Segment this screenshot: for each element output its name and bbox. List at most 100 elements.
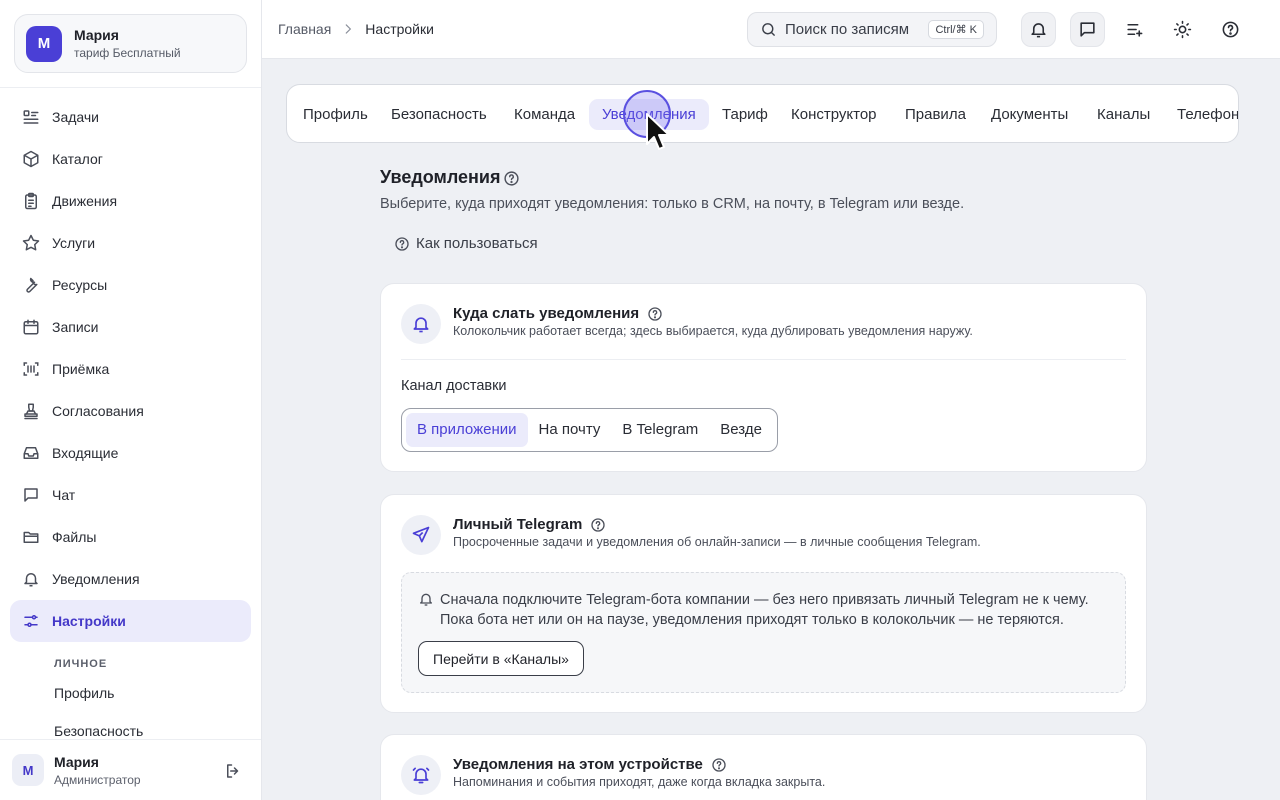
breadcrumb-home[interactable]: Главная (278, 21, 331, 37)
folder-icon (22, 528, 40, 546)
go-to-channels-button[interactable]: Перейти в «Каналы» (418, 641, 584, 676)
tab-security[interactable]: Безопасность (378, 99, 500, 130)
card-title-text: Уведомления на этом устройстве (453, 756, 703, 773)
breadcrumb-current: Настройки (365, 21, 434, 37)
delivery-option-email[interactable]: На почту (528, 413, 612, 447)
help-icon[interactable] (590, 517, 606, 533)
tasks-list-icon (22, 108, 40, 126)
star-icon (22, 234, 40, 252)
delivery-option-everywhere[interactable]: Везде (709, 413, 773, 447)
chat-button[interactable] (1070, 12, 1105, 47)
sidebar-item-approvals[interactable]: Согласования (10, 390, 251, 432)
card-title-text: Личный Telegram (453, 516, 583, 533)
sidebar-item-files[interactable]: Файлы (10, 516, 251, 558)
sidebar-item-chat[interactable]: Чат (10, 474, 251, 516)
device-notifications-card: Уведомления на этом устройстве Напоминан… (380, 734, 1147, 800)
sidebar-item-label: Приёмка (52, 361, 110, 377)
sidebar-item-label: Чат (52, 487, 76, 503)
tab-rules[interactable]: Правила (892, 99, 979, 130)
bell-ring-icon (401, 755, 441, 795)
sidebar-subitem-security[interactable]: Безопасность (54, 723, 143, 739)
inbox-icon (22, 444, 40, 462)
delivery-channel-selector: В приложении На почту В Telegram Везде (401, 408, 778, 452)
sidebar-item-label: Согласования (52, 403, 144, 419)
card-description: Просроченные задачи и уведомления об онл… (453, 535, 981, 549)
sidebar-item-label: Уведомления (52, 571, 140, 587)
sidebar-item-notifications[interactable]: Уведомления (10, 558, 251, 600)
send-icon (401, 515, 441, 555)
card-title: Личный Telegram (453, 516, 606, 533)
add-task-button[interactable] (1117, 12, 1152, 47)
delivery-option-in-app[interactable]: В приложении (406, 413, 528, 447)
sidebar-subitem-profile[interactable]: Профиль (54, 685, 114, 701)
help-icon[interactable] (711, 757, 727, 773)
telegram-notice: Сначала подключите Telegram-бота компани… (401, 572, 1126, 693)
sidebar-item-label: Записи (52, 319, 99, 335)
card-description: Напоминания и события приходят, даже ког… (453, 775, 826, 789)
sidebar-item-movements[interactable]: Движения (10, 180, 251, 222)
search-placeholder: Поиск по записям (785, 21, 910, 38)
user-name: Мария (54, 753, 99, 770)
howto-link[interactable]: Как пользоваться (394, 235, 538, 252)
account-switcher[interactable]: М Мария тариф Бесплатный (14, 14, 247, 73)
sidebar-item-label: Движения (52, 193, 118, 209)
notice-text: Сначала подключите Telegram-бота компани… (440, 590, 1130, 630)
card-title: Куда слать уведомления (453, 305, 663, 322)
sidebar-item-catalog[interactable]: Каталог (10, 138, 251, 180)
tab-team[interactable]: Команда (501, 99, 588, 130)
sidebar-item-tasks[interactable]: Задачи (10, 96, 251, 138)
delivery-card: Куда слать уведомления Колокольчик работ… (380, 283, 1147, 472)
topbar: Главная Настройки Поиск по записям Ctrl/… (262, 0, 1280, 59)
chevron-right-icon (341, 22, 355, 36)
sidebar-divider (0, 87, 261, 88)
sidebar-item-services[interactable]: Услуги (10, 222, 251, 264)
tab-channels[interactable]: Каналы (1084, 99, 1163, 130)
sidebar-item-resources[interactable]: Ресурсы (10, 264, 251, 306)
settings-tabs: Профиль Безопасность Команда Уведомления… (286, 84, 1239, 143)
sidebar-item-label: Ресурсы (52, 277, 108, 293)
sliders-icon (22, 612, 40, 630)
calendar-icon (22, 318, 40, 336)
search-icon (760, 21, 777, 38)
notifications-button[interactable] (1021, 12, 1056, 47)
tab-plan[interactable]: Тариф (709, 99, 781, 130)
howto-label: Как пользоваться (416, 235, 538, 252)
logout-icon[interactable] (224, 762, 242, 780)
tab-constructor[interactable]: Конструктор (778, 99, 890, 130)
page-subtitle: Выберите, куда приходят уведомления: тол… (380, 196, 965, 212)
sidebar-item-bookings[interactable]: Записи (10, 306, 251, 348)
help-icon (1221, 20, 1240, 39)
tab-documents[interactable]: Документы (978, 99, 1081, 130)
search-input[interactable]: Поиск по записям Ctrl/⌘ K (747, 12, 997, 47)
sidebar-item-label: Настройки (52, 613, 126, 629)
notice-line: Пока бота нет или он на паузе, уведомлен… (440, 612, 1064, 628)
barcode-scan-icon (22, 360, 40, 378)
avatar[interactable]: М (12, 754, 44, 786)
notice-line: Сначала подключите Telegram-бота компани… (440, 592, 1089, 608)
chat-icon (22, 486, 40, 504)
card-title-text: Куда слать уведомления (453, 305, 640, 322)
stamp-icon (22, 402, 40, 420)
user-role: Администратор (54, 772, 141, 787)
tab-telephony[interactable]: Телефония (1164, 99, 1238, 130)
sidebar-item-receiving[interactable]: Приёмка (10, 348, 251, 390)
wrench-icon (22, 276, 40, 294)
help-icon[interactable] (647, 306, 663, 322)
sidebar: М Мария тариф Бесплатный Задачи Каталог … (0, 0, 262, 800)
mouse-pointer-icon (646, 113, 670, 150)
bell-icon (1029, 20, 1048, 39)
tab-profile[interactable]: Профиль (290, 99, 381, 130)
account-name: Мария (74, 27, 119, 43)
theme-toggle-button[interactable] (1165, 12, 1200, 47)
sidebar-subheading: ЛИЧНОЕ (54, 658, 108, 670)
sidebar-nav: Задачи Каталог Движения Услуги Ресурсы З… (10, 96, 251, 642)
help-icon[interactable] (503, 170, 520, 187)
sidebar-item-settings[interactable]: Настройки (10, 600, 251, 642)
current-user: М Мария Администратор (0, 739, 261, 800)
help-button[interactable] (1213, 12, 1248, 47)
bell-icon (418, 591, 434, 607)
sidebar-item-inbox[interactable]: Входящие (10, 432, 251, 474)
sun-icon (1173, 20, 1192, 39)
search-shortcut: Ctrl/⌘ K (928, 20, 984, 39)
delivery-option-telegram[interactable]: В Telegram (611, 413, 709, 447)
